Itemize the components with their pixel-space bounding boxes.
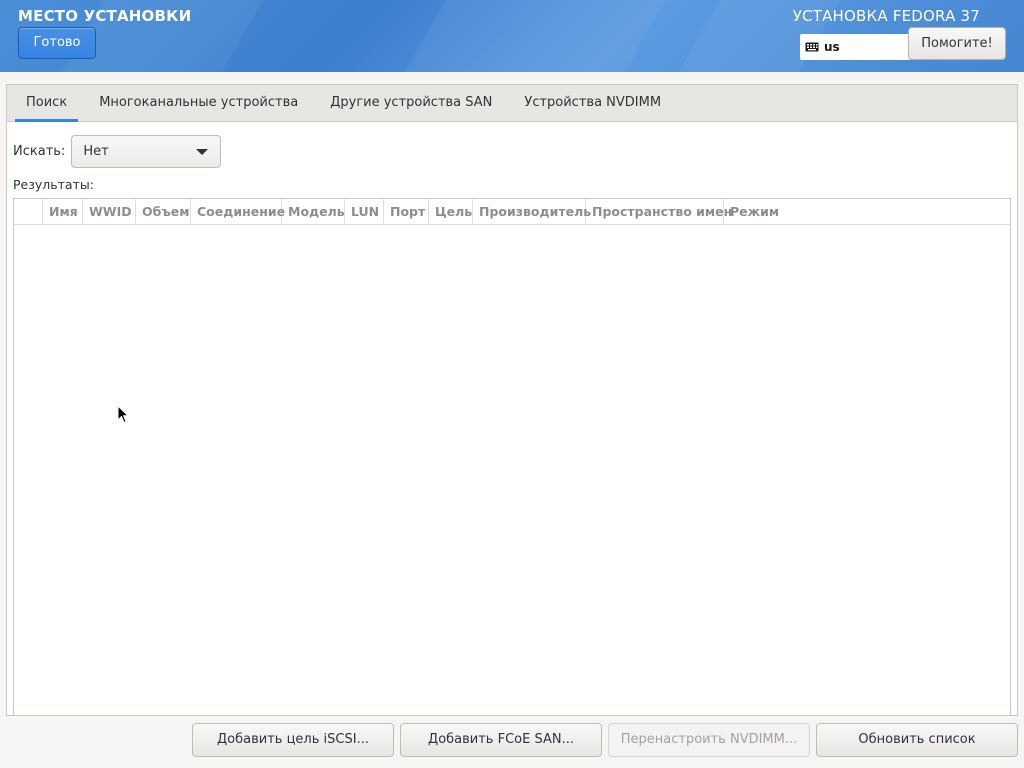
tab-search[interactable]: Поиск xyxy=(15,85,79,122)
column-header-port[interactable]: Порт xyxy=(384,199,429,224)
header-banner: МЕСТО УСТАНОВКИ Готово УСТАНОВКА FEDORA … xyxy=(0,0,1024,72)
search-by-value: Нет xyxy=(83,144,109,159)
tab-bar: Поиск Многоканальные устройства Другие у… xyxy=(7,85,1017,122)
column-header-vendor[interactable]: Производитель xyxy=(473,199,591,224)
table-header: Имя WWID Объем Соединение Модель LUN Пор… xyxy=(14,199,1010,225)
keyboard-icon xyxy=(805,42,819,52)
chevron-down-icon xyxy=(196,148,209,155)
column-header-select[interactable] xyxy=(14,199,43,224)
done-button[interactable]: Готово xyxy=(18,27,96,59)
column-header-connection[interactable]: Соединение xyxy=(191,199,285,224)
add-fcoe-san-button[interactable]: Добавить FCoE SAN... xyxy=(400,723,602,757)
tab-other-san-devices[interactable]: Другие устройства SAN xyxy=(319,85,503,121)
column-header-target[interactable]: Цель xyxy=(429,199,473,224)
device-notebook: Поиск Многоканальные устройства Другие у… xyxy=(6,84,1018,716)
reconfigure-nvdimm-button[interactable]: Перенастроить NVDIMM... xyxy=(608,723,810,757)
column-header-wwid[interactable]: WWID xyxy=(83,199,136,224)
column-header-namespace[interactable]: Пространство имен xyxy=(586,199,732,224)
help-button[interactable]: Помогите! xyxy=(908,27,1006,60)
column-header-mode[interactable]: Режим xyxy=(724,199,1010,224)
results-label: Результаты: xyxy=(13,177,94,192)
search-by-combobox[interactable]: Нет xyxy=(71,135,222,168)
add-iscsi-target-button[interactable]: Добавить цель iSCSI... xyxy=(192,723,394,757)
column-header-name[interactable]: Имя xyxy=(43,199,83,224)
banner-facet xyxy=(388,0,672,72)
results-table[interactable]: Имя WWID Объем Соединение Модель LUN Пор… xyxy=(13,198,1011,716)
column-header-model[interactable]: Модель xyxy=(282,199,345,224)
search-row: Искать: Нет xyxy=(13,135,222,168)
search-by-label: Искать: xyxy=(13,144,66,159)
column-header-lun[interactable]: LUN xyxy=(345,199,384,224)
tab-nvdimm-devices[interactable]: Устройства NVDIMM xyxy=(513,85,672,121)
mouse-cursor-icon xyxy=(117,405,129,424)
spoke-title: МЕСТО УСТАНОВКИ xyxy=(18,7,192,25)
column-header-size[interactable]: Объем xyxy=(136,199,191,224)
refresh-list-button[interactable]: Обновить список xyxy=(816,723,1018,757)
tab-multipath-devices[interactable]: Многоканальные устройства xyxy=(88,85,309,121)
keyboard-layout-indicator[interactable]: us xyxy=(800,34,910,60)
product-title: УСТАНОВКА FEDORA 37 xyxy=(792,7,980,25)
keyboard-layout-label: us xyxy=(824,40,840,54)
